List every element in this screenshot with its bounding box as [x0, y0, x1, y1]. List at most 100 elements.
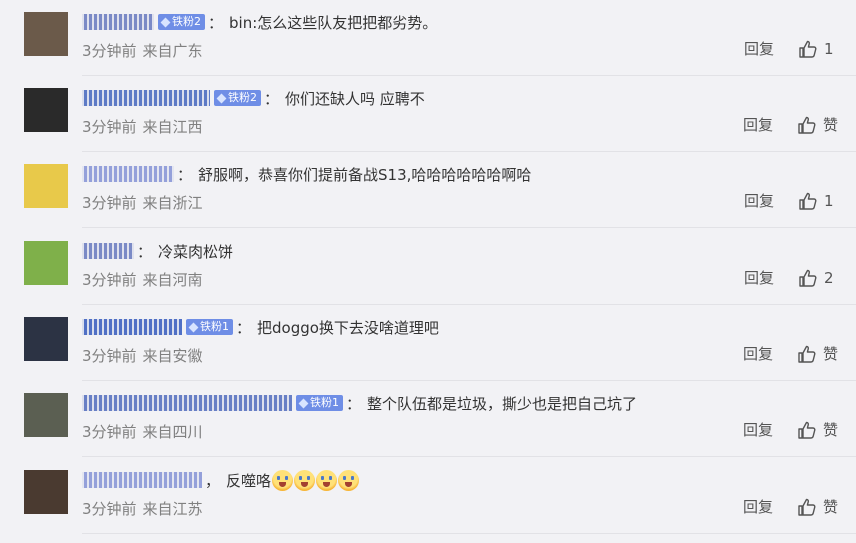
like-count: 赞	[822, 116, 838, 134]
comment-meta: 3分钟前 来自河南	[82, 269, 203, 290]
like-button[interactable]: 赞	[797, 343, 838, 364]
timestamp: 3分钟前	[82, 500, 137, 518]
reply-button[interactable]: 回复	[744, 190, 774, 211]
diamond-icon	[298, 398, 309, 408]
comment-meta: 3分钟前 来自江西	[82, 116, 203, 137]
thumbs-up-icon	[797, 115, 823, 135]
avatar[interactable]	[24, 164, 68, 208]
location: 来自江西	[142, 118, 203, 136]
reply-button[interactable]: 回复	[743, 343, 773, 364]
scream-emoji	[294, 469, 316, 491]
comment-line: ： 冷菜肉松饼	[82, 239, 233, 263]
timestamp: 3分钟前	[82, 194, 137, 212]
avatar[interactable]	[24, 88, 68, 132]
reply-button[interactable]: 回复	[744, 267, 774, 288]
thumbs-up-icon	[797, 497, 823, 517]
avatar[interactable]	[24, 12, 68, 56]
comment-item: 铁粉1 ： 把doggo换下去没啥道理吧 3分钟前 来自安徽 回复 赞	[0, 305, 856, 381]
username-masked[interactable]	[82, 14, 154, 30]
timestamp: 3分钟前	[82, 423, 137, 441]
comment-meta: 3分钟前 来自浙江	[82, 192, 203, 213]
comment-line: ： 舒服啊，恭喜你们提前备战S13,哈哈哈哈哈哈啊哈	[82, 162, 531, 186]
username-masked[interactable]	[82, 395, 292, 411]
avatar[interactable]	[24, 317, 68, 361]
comment-text: 把doggo换下去没啥道理吧	[257, 318, 439, 337]
comment-item: ， 反噬咯 3分钟前 来自江苏 回复 赞	[0, 458, 856, 534]
like-button[interactable]: 赞	[797, 419, 838, 440]
comment-text: 冷菜肉松饼	[158, 242, 234, 261]
name-separator: ：	[346, 394, 362, 413]
comment-line: 铁粉2 ： bin:怎么这些队友把把都劣势。	[82, 10, 437, 34]
name-separator: ，	[205, 471, 221, 490]
comment-item: 铁粉2 ： 你们还缺人吗 应聘不 3分钟前 来自江西 回复 赞	[0, 76, 856, 152]
diamond-icon	[188, 322, 199, 332]
badge-label: 铁粉1	[310, 396, 339, 409]
reply-button[interactable]: 回复	[743, 419, 773, 440]
like-count: 2	[824, 268, 834, 287]
comment-item: ： 舒服啊，恭喜你们提前备战S13,哈哈哈哈哈哈啊哈 3分钟前 来自浙江 回复 1	[0, 152, 856, 228]
comment-line: 铁粉2 ： 你们还缺人吗 应聘不	[82, 86, 425, 110]
name-separator: ：	[264, 89, 280, 108]
name-separator: ：	[236, 318, 252, 337]
thumbs-up-icon	[797, 420, 823, 440]
thumbs-up-icon	[798, 268, 824, 288]
username-masked[interactable]	[82, 319, 182, 335]
like-button[interactable]: 1	[798, 191, 838, 211]
comment-line: ， 反噬咯	[82, 468, 360, 492]
comment-text: bin:怎么这些队友把把都劣势。	[229, 13, 438, 32]
comment-actions: 回复 2	[744, 267, 838, 288]
timestamp: 3分钟前	[82, 118, 137, 136]
like-button[interactable]: 2	[798, 268, 838, 288]
avatar[interactable]	[24, 470, 68, 514]
comment-actions: 回复 1	[744, 190, 838, 211]
comment-text: 整个队伍都是垃圾，撕少也是把自己坑了	[367, 394, 638, 413]
like-count: 赞	[822, 421, 838, 439]
like-button[interactable]: 赞	[797, 496, 838, 517]
thumbs-up-icon	[798, 39, 824, 59]
timestamp: 3分钟前	[82, 42, 137, 60]
timestamp: 3分钟前	[82, 271, 137, 289]
username-masked[interactable]	[82, 243, 134, 259]
fan-badge: 铁粉1	[186, 319, 233, 335]
comment-actions: 回复 赞	[743, 343, 838, 364]
like-button[interactable]: 赞	[797, 114, 838, 135]
username-masked[interactable]	[82, 166, 174, 182]
comment-item: 铁粉2 ： bin:怎么这些队友把把都劣势。 3分钟前 来自广东 回复 1	[0, 0, 856, 76]
comment-actions: 回复 赞	[743, 114, 838, 135]
comment-list: 铁粉2： bin:怎么这些队友把把都劣势。 3分钟前 来自广东 回复 1 铁粉2：你们还缺人…	[0, 0, 856, 543]
emoji-group	[272, 469, 360, 491]
reply-button[interactable]: 回复	[744, 38, 774, 59]
comment-actions: 回复 赞	[743, 419, 838, 440]
thumbs-up-icon	[798, 191, 824, 211]
comment-text: 你们还缺人吗 应聘不	[285, 89, 425, 108]
name-separator: ：	[208, 13, 224, 32]
comment-actions: 回复 1	[744, 38, 838, 59]
comment-item: ： 冷菜肉松饼 3分钟前 来自河南 回复 2	[0, 229, 856, 305]
fan-badge: 铁粉2	[158, 14, 205, 30]
comment-line: 铁粉1 ： 把doggo换下去没啥道理吧	[82, 315, 439, 339]
thumbs-up-icon	[797, 344, 823, 364]
avatar[interactable]	[24, 241, 68, 285]
name-separator: ：	[177, 165, 193, 184]
comment-actions: 回复 赞	[743, 496, 838, 517]
like-count: 1	[824, 39, 834, 58]
badge-label: 铁粉2	[228, 91, 257, 104]
name-separator: ：	[137, 242, 153, 261]
scream-emoji	[338, 469, 360, 491]
fan-badge: 铁粉2	[214, 90, 261, 106]
comment-meta: 3分钟前 来自安徽	[82, 345, 203, 366]
like-count: 赞	[822, 498, 838, 516]
diamond-icon	[216, 93, 227, 103]
comment-line: 铁粉1 ： 整个队伍都是垃圾，撕少也是把自己坑了	[82, 391, 637, 415]
reply-button[interactable]: 回复	[743, 496, 773, 517]
location: 来自安徽	[142, 347, 203, 365]
username-masked[interactable]	[82, 472, 202, 488]
avatar[interactable]	[24, 393, 68, 437]
reply-button[interactable]: 回复	[743, 114, 773, 135]
like-button[interactable]: 1	[798, 39, 838, 59]
timestamp: 3分钟前	[82, 347, 137, 365]
username-masked[interactable]	[82, 90, 210, 106]
comment-meta: 3分钟前 来自四川	[82, 421, 203, 442]
location: 来自广东	[142, 42, 203, 60]
fan-badge: 铁粉1	[296, 395, 343, 411]
